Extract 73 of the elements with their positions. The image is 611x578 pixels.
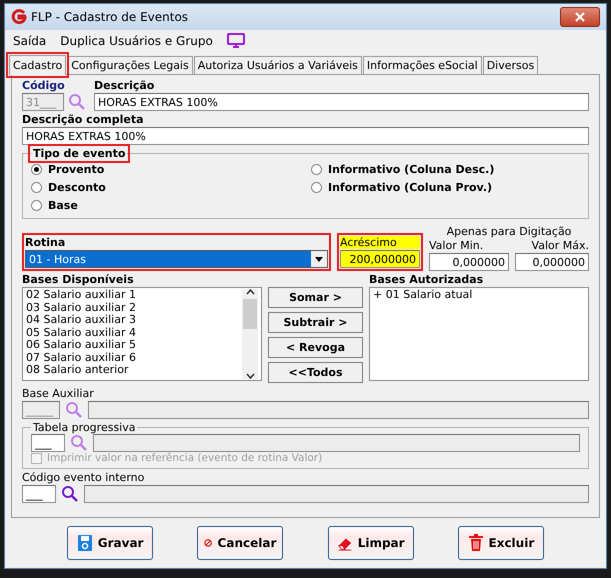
menu-item[interactable]: Duplica Usuários e Grupo <box>60 34 213 48</box>
trash-icon <box>468 534 484 552</box>
list-item[interactable]: + 01 Salario atual <box>373 289 585 302</box>
close-icon <box>575 12 585 22</box>
description-field[interactable]: HORAS EXTRAS 100% <box>94 93 589 111</box>
radio-button[interactable] <box>311 164 322 174</box>
radio-button[interactable] <box>31 200 42 210</box>
action-button[interactable]: Limpar <box>328 526 414 560</box>
transfer-button[interactable]: Somar > <box>268 287 363 308</box>
available-bases-list[interactable]: 02 Salario auxiliar 1 03 Salario auxiliar 2 04 Salario auxiliar 3 05 Salario auxiliar 4 06 Salario auxiliar 5 07 Salario auxiliar 6 08 Salario anterior <box>22 287 262 381</box>
scrollbar[interactable] <box>242 289 258 379</box>
radio-option[interactable]: Provento <box>31 160 311 178</box>
field-label: Bases Autorizadas <box>369 273 484 286</box>
menu-item[interactable]: Saída <box>13 34 46 48</box>
option-label: Informativo (Coluna Prov.) <box>328 180 492 194</box>
field-label: Rotina <box>25 236 66 249</box>
field-label: Descrição <box>94 79 156 92</box>
action-button[interactable]: Cancelar <box>197 526 284 560</box>
option-label: Base <box>48 198 78 212</box>
tab[interactable]: Configurações Legais <box>67 56 193 74</box>
field-label: Descrição completa <box>22 113 145 126</box>
field-label: Bases Disponíveis <box>22 273 135 286</box>
field-label: Base Auxiliar <box>22 387 95 400</box>
transfer-button[interactable]: < Revoga <box>268 337 363 358</box>
list-item[interactable]: 04 Salario auxiliar 3 <box>26 314 242 326</box>
routine-dropdown[interactable]: 01 - Horas <box>25 250 328 268</box>
radio-option[interactable]: Informativo (Coluna Desc.) <box>311 160 580 178</box>
window-title: FLP - Cadastro de Eventos <box>31 10 190 24</box>
group-title: Tabela progressiva <box>32 421 136 434</box>
radio-option[interactable]: Base <box>31 196 311 214</box>
list-item[interactable]: 05 Salario auxiliar 4 <box>26 326 242 339</box>
option-label: Provento <box>48 162 104 176</box>
action-button[interactable]: Excluir <box>458 526 544 560</box>
field-label: Código evento interno <box>22 471 146 484</box>
radio-button[interactable] <box>31 182 42 192</box>
authorized-bases-list[interactable]: + 01 Salario atual <box>369 287 589 381</box>
radio-button[interactable] <box>31 164 42 174</box>
field-label: Acréscimo <box>340 236 420 249</box>
tab[interactable]: Diversos <box>482 56 538 74</box>
list-item[interactable]: 03 Salario auxiliar 2 <box>26 302 242 314</box>
option-label: Desconto <box>48 180 106 194</box>
list-item[interactable]: 07 Salario auxiliar 6 <box>26 352 242 364</box>
transfer-button[interactable]: <<Todos <box>268 362 363 383</box>
close-button[interactable] <box>560 7 600 27</box>
tab[interactable]: Cadastro <box>9 55 66 75</box>
max-value-field[interactable]: 0,000000 <box>515 253 589 271</box>
monitor-icon[interactable] <box>226 33 245 49</box>
scroll-up-icon[interactable] <box>246 289 254 295</box>
option-label: Informativo (Coluna Desc.) <box>328 162 494 176</box>
field-label: Valor Máx. <box>532 239 589 252</box>
field-label: Código <box>22 79 66 92</box>
search-icon[interactable] <box>61 485 79 503</box>
tab[interactable]: Informações eSocial <box>362 56 482 74</box>
list-item[interactable]: 08 Salario anterior <box>26 364 242 376</box>
min-value-field[interactable]: 0,000000 <box>429 253 509 271</box>
action-button[interactable]: Gravar <box>67 526 154 560</box>
radio-button[interactable] <box>311 182 322 192</box>
code-field[interactable]: ___ <box>22 485 56 503</box>
group-title: Tipo de evento <box>31 147 128 160</box>
radio-option[interactable]: Desconto <box>31 178 311 196</box>
full-description-field[interactable]: HORAS EXTRAS 100% <box>22 127 589 145</box>
list-item[interactable]: 02 Salario auxiliar 1 <box>26 289 242 302</box>
logo-icon <box>11 9 27 25</box>
increment-field[interactable]: 200,000000 <box>340 250 420 268</box>
list-item[interactable]: 06 Salario auxiliar 5 <box>26 339 242 352</box>
tab[interactable]: Autoriza Usuários a Variáveis <box>194 56 362 74</box>
dropdown-arrow-icon <box>315 256 323 262</box>
caption: Apenas para Digitação <box>446 225 572 238</box>
field-label: Valor Min. <box>429 239 484 252</box>
scroll-down-icon[interactable] <box>246 373 254 379</box>
radio-option[interactable]: Informativo (Coluna Prov.) <box>311 178 580 196</box>
checkbox-label: Imprimir valor na referência (evento de rotina Valor) <box>47 452 322 464</box>
transfer-button[interactable]: Subtrair > <box>268 312 363 333</box>
